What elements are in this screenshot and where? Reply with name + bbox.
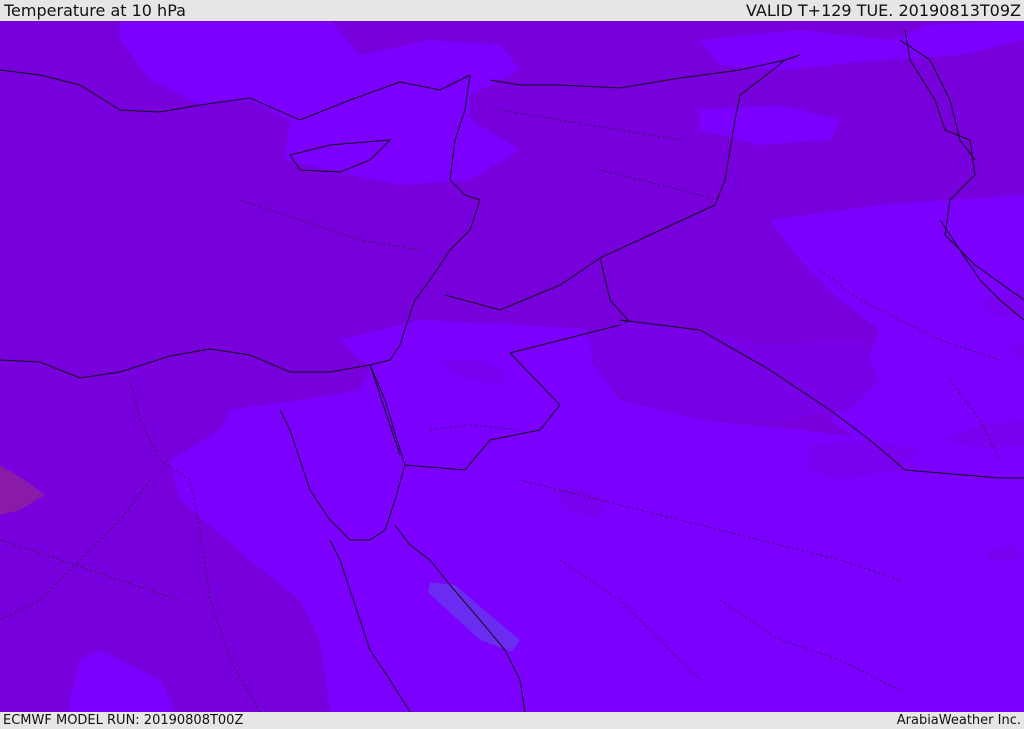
model-run-label: ECMWF MODEL RUN: 20190808T00Z [3,713,244,728]
footer-bar: ECMWF MODEL RUN: 20190808T00Z ArabiaWeat… [0,712,1024,729]
map-canvas [0,21,1024,712]
temperature-map [0,21,1024,712]
header-bar: Temperature at 10 hPa VALID T+129 TUE. 2… [0,0,1024,21]
credit-label: ArabiaWeather Inc. [896,713,1021,728]
valid-time-label: VALID T+129 TUE. 20190813T09Z [745,1,1021,20]
map-title: Temperature at 10 hPa [4,1,186,20]
